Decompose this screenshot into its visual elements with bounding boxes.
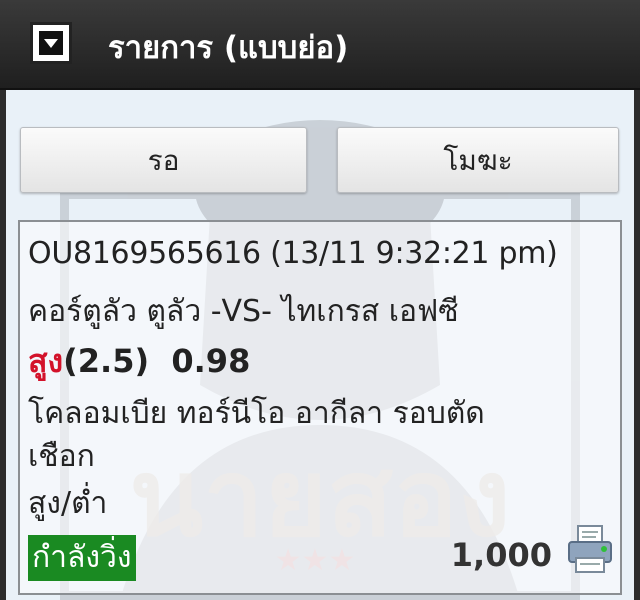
pick-label: สูง (28, 342, 64, 380)
odds-value: 0.98 (171, 342, 251, 380)
printer-icon[interactable] (566, 524, 614, 574)
bet-reference: OU8169565616 (13/11 9:32:21 pm) (28, 236, 558, 271)
league-name-cont: เชือก (28, 439, 95, 474)
status-badge: กำลังวิ่ง (28, 535, 136, 581)
panel-title: รายการ (แบบย่อ) (108, 30, 349, 66)
match-teams: คอร์ตูลัว ตูลัว -VS- ไทเกรส เอฟซี (28, 294, 459, 329)
bet-type: สูง/ต่ำ (28, 486, 108, 521)
collapse-button[interactable] (30, 22, 72, 64)
bet-selection: สูง(2.5) 0.98 (28, 336, 250, 387)
panel-header: รายการ (แบบย่อ) (0, 0, 640, 90)
tab-wait[interactable]: รอ (20, 127, 307, 193)
chevron-down-icon (39, 31, 63, 55)
league-name: โคลอมเบีย ทอร์นีโอ อากีลา รอบตัด (28, 396, 485, 431)
tab-void[interactable]: โมฆะ (337, 127, 619, 193)
stake-amount: 1,000 (450, 536, 552, 574)
handicap-value: (2.5) (63, 342, 150, 380)
